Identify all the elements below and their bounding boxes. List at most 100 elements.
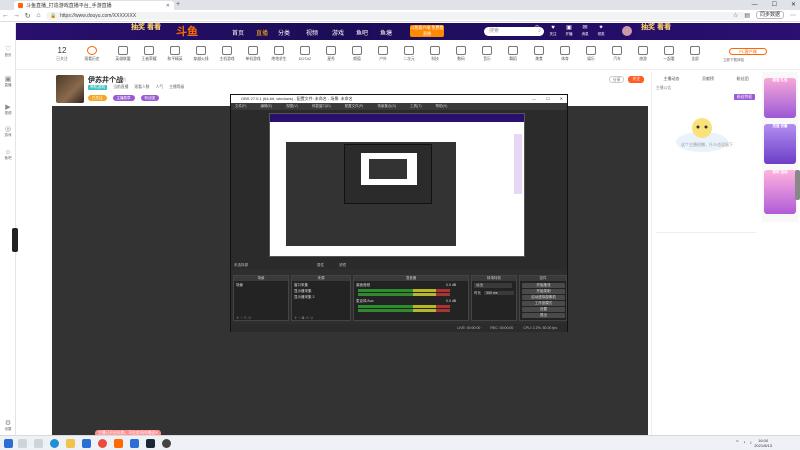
nav-home[interactable]: 首页 xyxy=(232,28,244,37)
category-item[interactable]: 娱乐 xyxy=(578,46,604,62)
obs-menu-item[interactable]: 文件(F) xyxy=(235,103,246,110)
user-avatar[interactable] xyxy=(622,26,632,36)
start-recording-button[interactable]: 开始录制 xyxy=(522,289,565,294)
category-item[interactable]: 体育 xyxy=(552,46,578,62)
ad-banner[interactable]: 超值 礼包 xyxy=(764,78,796,118)
start-icon[interactable] xyxy=(4,439,13,448)
source-item[interactable]: 显示器采集 xyxy=(294,289,312,294)
nav-video[interactable]: 视频 xyxy=(306,28,318,37)
collections-icon[interactable]: ▤ xyxy=(744,12,750,19)
taskbar-clock[interactable]: 16:00 2021/8/13 xyxy=(754,438,772,448)
side-live[interactable]: ▣ 直播 xyxy=(0,75,16,88)
chevron-up-icon[interactable]: ^ xyxy=(736,440,738,446)
tab-fanclub[interactable]: 粉丝团 xyxy=(737,74,749,83)
obs-menu-item[interactable]: 配置文件(P) xyxy=(345,103,364,110)
transition-select[interactable]: 淡出 xyxy=(474,283,512,288)
header-banner-left[interactable]: 抽奖 看看 xyxy=(126,24,166,39)
nav-fishpond[interactable]: 鱼塘 xyxy=(380,28,392,37)
follow-button[interactable]: 关注 xyxy=(628,76,644,83)
followed-pill[interactable]: 已关注 xyxy=(88,95,107,101)
tab-streamer-news[interactable]: 主播动态 xyxy=(663,74,679,83)
category-item[interactable]: 英雄联盟 xyxy=(110,46,136,62)
edge-icon[interactable] xyxy=(50,439,59,448)
share-button[interactable]: 分享 xyxy=(608,76,625,83)
volume-icon[interactable]: ♪ xyxy=(750,440,753,446)
obs-menu-item[interactable]: 工具(T) xyxy=(410,103,421,110)
fan-privilege-button[interactable]: 粉丝特权 xyxy=(733,94,755,100)
download-client-button[interactable]: 斗鱼客户端 免费看直播 xyxy=(410,25,444,37)
studio-mode-button[interactable]: 工作室模式 xyxy=(522,301,565,306)
room-type[interactable]: 单机 xyxy=(118,77,126,83)
obs-taskbar-icon[interactable] xyxy=(162,439,171,448)
nav-category[interactable]: 分类 xyxy=(278,28,290,37)
category-item[interactable]: 汽车 xyxy=(604,46,630,62)
task-view-icon[interactable] xyxy=(34,439,43,448)
broadcast-header-button[interactable]: ▣ 开播 xyxy=(562,25,576,37)
history-header-button[interactable]: ◷ 历史 xyxy=(530,25,544,37)
side-home[interactable]: ♡ 首页 xyxy=(0,45,16,58)
side-video[interactable]: ▶ 视频 xyxy=(0,103,16,116)
category-item[interactable]: 数码 xyxy=(448,46,474,62)
app-icon[interactable] xyxy=(130,439,139,448)
steam-icon[interactable] xyxy=(146,439,155,448)
obs-minimize-icon[interactable]: — xyxy=(532,95,536,103)
ad-banner[interactable]: 充值 优惠 xyxy=(764,124,796,164)
category-item[interactable]: 旅游 xyxy=(630,46,656,62)
pc-client-button[interactable]: PC客户端 xyxy=(729,48,767,55)
obs-filters-button[interactable]: 滤镜 xyxy=(339,262,346,269)
follow-count[interactable]: 12 已关注 xyxy=(50,46,74,62)
side-collapse-handle[interactable] xyxy=(12,228,18,252)
obs-menu-item[interactable]: 编辑(E) xyxy=(260,103,272,110)
nav-fishbar[interactable]: 鱼吧 xyxy=(356,28,368,37)
obs-menu-item[interactable]: 视图(V) xyxy=(286,103,298,110)
home-icon[interactable]: ⌂ xyxy=(33,12,44,19)
category-item[interactable]: 主机游戏 xyxy=(214,46,240,62)
ad-banner[interactable]: 限时 活动 xyxy=(764,170,796,214)
search-taskbar-icon[interactable] xyxy=(18,439,27,448)
category-chip[interactable]: 单机游戏 xyxy=(88,85,108,90)
reward-header-button[interactable]: ✦ 领奖 xyxy=(594,25,608,37)
address-bar[interactable]: 🔒 https://www.douyu.com/XXXXXXX xyxy=(46,12,746,20)
app-icon[interactable] xyxy=(98,439,107,448)
duration-input[interactable]: 300 ms xyxy=(484,291,514,295)
file-explorer-icon[interactable] xyxy=(66,439,75,448)
category-item[interactable]: 美食 xyxy=(526,46,552,62)
douyu-logo[interactable]: 斗鱼 xyxy=(176,23,198,39)
source-controls[interactable]: ＋ − ⚙ ∧ ∨ xyxy=(294,316,314,321)
category-item[interactable]: 和平精英 xyxy=(162,46,188,62)
side-game[interactable]: ◎ 游戏 xyxy=(0,125,16,138)
start-streaming-button[interactable]: 开始推流 xyxy=(522,283,565,288)
obs-maximize-icon[interactable]: ☐ xyxy=(546,95,550,103)
menu-icon[interactable]: ⋯ xyxy=(790,12,796,19)
douyu-taskbar-icon[interactable] xyxy=(114,439,123,448)
category-item[interactable]: 颜值 xyxy=(344,46,370,62)
side-fish[interactable]: ☺ 鱼吧 xyxy=(0,149,16,161)
category-item[interactable]: 户外 xyxy=(370,46,396,62)
tab-contribution[interactable]: 贡献榜 xyxy=(702,74,714,83)
obs-menu-item[interactable]: 帮助(H) xyxy=(436,103,448,110)
back-icon[interactable]: ← xyxy=(0,12,11,19)
category-item[interactable]: 二次元 xyxy=(396,46,422,62)
settings-button[interactable]: 设置 xyxy=(522,307,565,312)
obs-menu-item[interactable]: 停靠窗口(D) xyxy=(312,103,331,110)
new-tab-button[interactable]: + xyxy=(176,1,180,8)
scene-controls[interactable]: ＋ − ∧ ∨ xyxy=(236,316,251,321)
follow-header-button[interactable]: ♥ 关注 xyxy=(546,25,560,37)
category-item[interactable]: 科技 xyxy=(422,46,448,62)
browser-tab[interactable]: 斗鱼直播_打造游戏直播平台_手游直播 ✕ xyxy=(14,1,174,10)
page-scrollbar[interactable] xyxy=(795,170,800,200)
obs-properties-button[interactable]: 属性 xyxy=(317,262,324,269)
category-item[interactable]: 星秀 xyxy=(318,46,344,62)
category-item[interactable]: 舞蹈 xyxy=(500,46,526,62)
close-tab-icon[interactable]: ✕ xyxy=(166,3,170,9)
forward-icon[interactable]: → xyxy=(11,12,22,19)
close-window-icon[interactable]: ✕ xyxy=(791,0,796,10)
category-item[interactable]: 全部 xyxy=(682,46,708,62)
source-item[interactable]: 显示器采集 2 xyxy=(294,295,314,300)
category-item[interactable]: 单机游戏 xyxy=(240,46,266,62)
header-banner-right[interactable]: 抽奖 看看 xyxy=(636,24,676,39)
category-item[interactable]: 一起看 xyxy=(656,46,682,62)
network-icon[interactable]: ◔ xyxy=(742,440,745,446)
category-item[interactable]: 穿越火线 xyxy=(188,46,214,62)
refresh-icon[interactable]: ↻ xyxy=(22,12,33,20)
